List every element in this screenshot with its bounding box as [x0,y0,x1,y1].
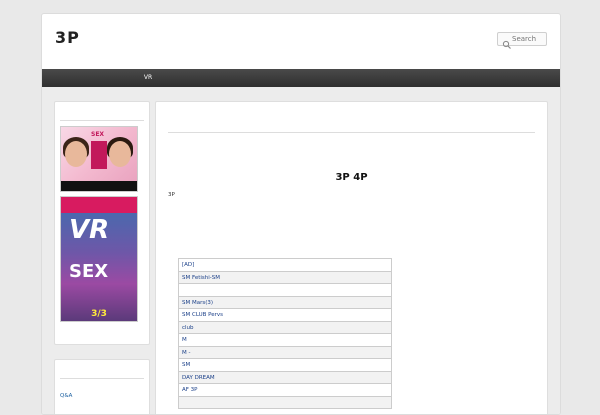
nav-item-7[interactable] [292,69,322,87]
banner-figure [65,141,87,167]
site-title[interactable]: 3P [55,28,80,47]
divider [60,120,144,121]
banner-footer [61,181,137,191]
sidebar-widget-links: Q&A [54,359,150,414]
search-icon[interactable] [502,35,512,49]
banner-stripe [91,141,107,169]
nav-item-2[interactable] [84,69,128,87]
sidebar-link[interactable]: Q&A [60,393,72,399]
nav-item-6[interactable] [250,69,292,87]
main-nav: VR [42,69,560,87]
table-row[interactable]: [AD] [178,259,392,272]
nav-item-4[interactable] [168,69,214,87]
table-row[interactable]: SM Mars(3) [178,296,392,309]
banner-ad-vr[interactable]: VR SEX 3/3 [60,196,138,322]
main-content: 3P 4P 3P [AD] SM Fetishi-SM SM Mars(3) S… [155,101,548,414]
banner-top-strip [61,197,137,213]
table-row[interactable]: M - [178,346,392,359]
banner-figure [109,141,131,167]
table-row[interactable]: DAY DREAM [178,371,392,384]
article-paragraph: 3P [168,192,175,198]
page-container: 3P VR SEX VR SEX [41,13,561,415]
table-row[interactable]: SM CLUB Pervs [178,309,392,322]
shop-table: [AD] SM Fetishi-SM SM Mars(3) SM CLUB Pe… [178,258,392,409]
table-row[interactable] [178,284,392,297]
table-row[interactable]: SM Fetishi-SM [178,271,392,284]
divider [60,378,144,379]
table-row[interactable]: AF 3P [178,384,392,397]
banner-vr-text: VR [69,215,110,245]
banner-ad-1[interactable]: SEX [60,126,138,192]
nav-item-5[interactable] [214,69,250,87]
table-row[interactable]: M [178,334,392,347]
table-row[interactable]: club [178,321,392,334]
search-box[interactable] [497,32,547,49]
nav-item-home[interactable] [50,69,84,87]
article-headline: 3P 4P [335,172,368,183]
sidebar-widget-banners: SEX VR SEX 3/3 [54,101,150,345]
banner-text: SEX [91,131,105,138]
banner-date: 3/3 [91,309,107,319]
table-row[interactable]: SM [178,359,392,372]
nav-item-vr[interactable]: VR [128,69,168,87]
divider [168,132,535,133]
search-input[interactable] [512,33,546,45]
table-row[interactable] [178,396,392,409]
banner-sex-text: SEX [69,261,109,282]
